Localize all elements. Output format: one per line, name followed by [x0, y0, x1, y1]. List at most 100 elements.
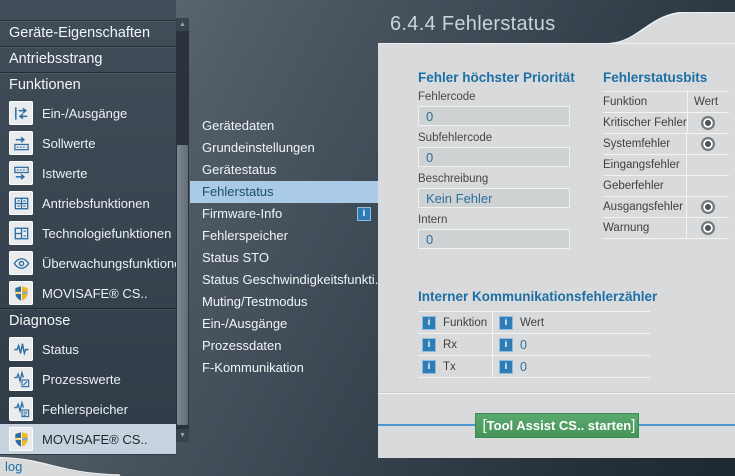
sidebar-item-ein-ausg-nge[interactable]: Ein-/Ausgänge	[0, 98, 176, 128]
status-bit-value-cell	[686, 176, 729, 196]
table-header-row: iFunktioniWert	[418, 312, 650, 334]
field-label-fehlercode: Fehlercode	[418, 91, 570, 103]
panel-swoosh-curve	[610, 12, 700, 44]
sidebar-item-prozesswerte[interactable]: Prozesswerte	[0, 364, 176, 394]
sidebar-item-movisafe-cs[interactable]: MOVISAFE® CS..	[0, 278, 176, 308]
info-icon[interactable]: i	[499, 360, 513, 374]
field-beschreibung[interactable]: Kein Fehler	[418, 188, 570, 208]
scroll-down-arrow-icon[interactable]: ▼	[176, 429, 189, 442]
comm-value: 0	[520, 360, 527, 374]
status-bit-label: Ausgangsfehler	[603, 197, 686, 217]
section-menu: Gerätedaten Grundeinstellungen Gerätestatu…	[190, 115, 378, 379]
scrollbar-thumb[interactable]	[177, 145, 188, 425]
sidebar-section-antriebsstrang[interactable]: Antriebsstrang	[0, 46, 176, 72]
menu-item-fehlerspeicher[interactable]: Fehlerspeicher	[190, 225, 378, 247]
field-intern[interactable]: 0	[418, 229, 570, 249]
sidebar-item-label: Antriebsfunktionen	[42, 196, 150, 211]
table-header-row: FunktionWert	[603, 92, 729, 113]
status-led-icon	[701, 137, 715, 151]
status-bit-label: Warnung	[603, 218, 686, 238]
menu-item-muting-testmodus[interactable]: Muting/Testmodus	[190, 291, 378, 313]
actual-values-icon	[9, 161, 33, 185]
info-icon[interactable]: i	[499, 338, 513, 352]
status-bits-table: FunktionWertKritischer FehlerSystemfehle…	[603, 91, 729, 239]
menu-item-prozessdaten[interactable]: Prozessdaten	[190, 335, 378, 357]
sidebar: Geräte-EigenschaftenAntriebsstrangFunkti…	[0, 0, 176, 455]
comm-label: Tx	[443, 361, 456, 373]
status-bit-value-cell	[686, 134, 729, 154]
sidebar-item-berwachungsfunktionen[interactable]: Überwachungsfunktionen	[0, 248, 176, 278]
panel-separator-line	[378, 392, 735, 394]
status-bit-value-cell	[687, 113, 729, 133]
column-header-wert: Wert	[687, 92, 729, 112]
field-subfehlercode[interactable]: 0	[418, 147, 570, 167]
status-led-icon	[701, 200, 715, 214]
menu-item-firmware-info[interactable]: Firmware-Infoi	[190, 203, 378, 225]
table-row: Eingangsfehler	[603, 155, 729, 176]
menu-item-label: Grundeinstellungen	[202, 140, 315, 155]
content-area: 6.4.4 Fehlerstatus Fehler höchster Prior…	[378, 0, 735, 458]
column-header-funktion: i Funktion	[418, 312, 492, 333]
fault-priority-fields: Fehlercode0Subfehlercode0BeschreibungKei…	[418, 91, 570, 249]
content-panel: Fehler höchster Priorität Fehlercode0Sub…	[378, 43, 735, 458]
sidebar-item-technologiefunktionen[interactable]: Technologiefunktionen	[0, 218, 176, 248]
field-label-intern: Intern	[418, 214, 570, 226]
sidebar-item-label: Istwerte	[42, 166, 88, 181]
sidebar-item-label: Fehlerspeicher	[42, 402, 128, 417]
menu-item-fehlerstatus[interactable]: Fehlerstatus	[190, 181, 378, 203]
menu-item-ger-tedaten[interactable]: Gerätedaten	[190, 115, 378, 137]
sidebar-section-funktionen[interactable]: Funktionen	[0, 72, 176, 98]
scroll-up-arrow-icon[interactable]: ▲	[176, 18, 189, 31]
movisafe-shield-icon	[9, 427, 33, 451]
sidebar-item-movisafe-cs[interactable]: MOVISAFE® CS..	[0, 424, 176, 454]
table-row: Kritischer Fehler	[603, 113, 729, 134]
sidebar-item-status[interactable]: Status	[0, 334, 176, 364]
drive-functions-grid-icon	[9, 191, 33, 215]
footer-swoosh-curve	[0, 453, 190, 476]
menu-item-grundeinstellungen[interactable]: Grundeinstellungen	[190, 137, 378, 159]
comm-counter-heading: Interner Kommunikationsfehlerzähler	[418, 289, 650, 304]
panel-top-right-cap	[700, 12, 735, 44]
sidebar-scrollbar[interactable]: ▲ ▼	[176, 18, 189, 442]
info-icon[interactable]: i	[422, 316, 436, 330]
menu-item-ger-testatus[interactable]: Gerätestatus	[190, 159, 378, 181]
sidebar-section-ger-te-eigenschaften[interactable]: Geräte-Eigenschaften	[0, 20, 176, 46]
menu-item-label: F-Kommunikation	[202, 360, 304, 375]
footer-log[interactable]: log	[0, 453, 190, 476]
column-header-funktion-label: Funktion	[443, 317, 487, 329]
sidebar-item-antriebsfunktionen[interactable]: Antriebsfunktionen	[0, 188, 176, 218]
comm-value: 0	[520, 338, 527, 352]
info-icon[interactable]: i	[422, 360, 436, 374]
comm-wert-cell: i0	[492, 356, 650, 377]
button-bracket-left: [	[483, 417, 487, 434]
status-led-icon	[701, 221, 715, 235]
log-label[interactable]: log	[5, 459, 22, 474]
menu-item-status-geschwindigkeitsfunkti[interactable]: Status Geschwindigkeitsfunkti...	[190, 269, 378, 291]
menu-item-label: Fehlerstatus	[202, 184, 274, 199]
sidebar-item-istwerte[interactable]: Istwerte	[0, 158, 176, 188]
tool-assist-start-button[interactable]: [ Tool Assist CS.. starten ]	[475, 413, 639, 438]
info-icon[interactable]: i	[422, 338, 436, 352]
menu-item-status-sto[interactable]: Status STO	[190, 247, 378, 269]
menu-item-ein-ausg-nge[interactable]: Ein-/Ausgänge	[190, 313, 378, 335]
table-row: Systemfehler	[603, 134, 729, 155]
status-bit-label: Systemfehler	[603, 134, 686, 154]
menu-item-label: Prozessdaten	[202, 338, 282, 353]
comm-funktion-cell: i Tx	[418, 356, 492, 377]
menu-item-label: Status STO	[202, 250, 269, 265]
sidebar-item-label: Überwachungsfunktionen	[42, 256, 189, 271]
status-bit-label: Eingangsfehler	[603, 155, 686, 175]
table-row: Warnung	[603, 218, 729, 239]
menu-item-f-kommunikation[interactable]: F-Kommunikation	[190, 357, 378, 379]
field-fehlercode[interactable]: 0	[418, 106, 570, 126]
sidebar-item-fehlerspeicher[interactable]: Fehlerspeicher	[0, 394, 176, 424]
info-icon[interactable]: i	[499, 316, 513, 330]
process-values-icon	[9, 367, 33, 391]
comm-counter-table: iFunktioniWertiRxi0iTxi0	[418, 311, 650, 378]
menu-item-label: Fehlerspeicher	[202, 228, 288, 243]
sidebar-item-label: Sollwerte	[42, 136, 95, 151]
sidebar-item-sollwerte[interactable]: Sollwerte	[0, 128, 176, 158]
table-row: Geberfehler	[603, 176, 729, 197]
info-icon[interactable]: i	[357, 207, 371, 221]
sidebar-section-diagnose[interactable]: Diagnose	[0, 308, 176, 334]
